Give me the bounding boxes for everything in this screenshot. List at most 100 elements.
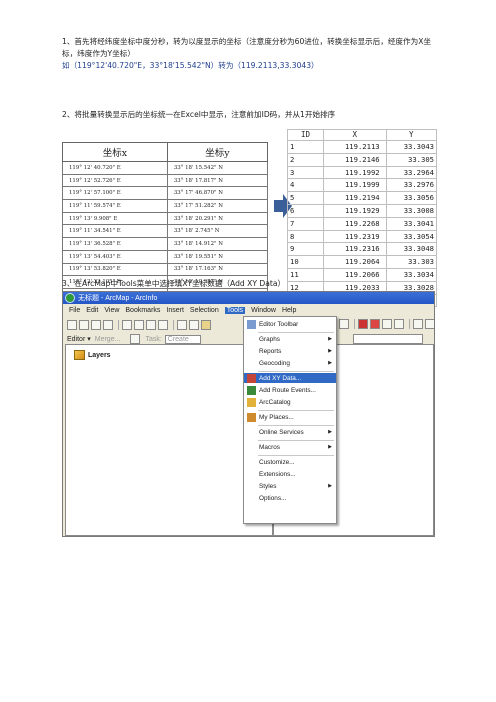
decimal-cell-x: 119.1999 (323, 178, 387, 193)
my-places-icon (247, 412, 256, 422)
task-dropdown[interactable]: Create (164, 334, 201, 344)
zoom-out-icon[interactable] (425, 319, 434, 329)
tools-menu-item-extensions[interactable]: Extensions... (244, 469, 336, 479)
arccatalog-icon (247, 397, 256, 407)
menu-file[interactable]: File (69, 307, 80, 314)
decimal-cell-y: 33.3043 (385, 140, 438, 154)
decimal-cell-x: 119.2113 (323, 140, 387, 154)
decimal-cell-id: 8 (287, 229, 324, 244)
tools-menu-item-label: Graphs (259, 335, 280, 343)
layers-label: Layers (88, 351, 111, 359)
add-data-icon[interactable] (201, 320, 211, 330)
dms-header-x: 坐标x (62, 142, 168, 162)
decimal-cell-y: 33.3056 (385, 191, 438, 205)
menu-tools[interactable]: Tools (224, 306, 246, 314)
menu-item-spacer (247, 347, 256, 356)
decimal-cell-x: 119.2064 (323, 255, 387, 269)
tools-menu-item-styles[interactable]: Styles ▶ (244, 481, 336, 491)
decimal-table-row: 2 119.2146 33.305 (287, 152, 438, 167)
decimal-cell-id: 1 (287, 140, 324, 154)
tools-menu-item-options[interactable]: Options... (244, 493, 336, 503)
tools-menu-item-label: Customize... (259, 458, 295, 466)
decimal-header-id: ID (287, 129, 324, 141)
menu-window[interactable]: Window (251, 307, 276, 314)
cut-icon[interactable] (122, 320, 132, 330)
save-icon[interactable] (91, 320, 101, 330)
decimal-header-x: X (323, 129, 387, 141)
redo-icon[interactable] (189, 320, 199, 330)
menu-edit[interactable]: Edit (86, 307, 98, 314)
decimal-cell-x: 119.2316 (323, 242, 387, 257)
decimal-table-row: 5 119.2194 33.3056 (287, 191, 438, 205)
open-icon[interactable] (79, 320, 89, 330)
dms-cell-y: 33° 18' 20.291" N (166, 211, 269, 226)
decimal-cell-id: 2 (287, 152, 324, 167)
menu-help[interactable]: Help (282, 307, 296, 314)
command-line-icon[interactable] (382, 319, 392, 329)
dms-cell-y: 33° 17' 46.870" N (166, 186, 269, 201)
print-icon[interactable] (103, 320, 113, 330)
tools-menu-item-label: Styles (259, 482, 277, 490)
tools-menu-item-arccatalog[interactable]: ArcCatalog (244, 397, 336, 407)
menu-selection[interactable]: Selection (190, 307, 219, 314)
add-route-events-icon (247, 385, 256, 395)
copy-icon[interactable] (134, 320, 144, 330)
tools-menu-item-graphs[interactable]: Graphs ▶ (244, 334, 336, 344)
decimal-table-row: 4 119.1999 33.2976 (287, 178, 438, 193)
task-label: Task: (145, 335, 162, 343)
dms-table-row: 119° 13' 9.908" E 33° 18' 20.291" N (62, 211, 269, 226)
tools-menu-item-customize[interactable]: Customize... (244, 457, 336, 467)
decimal-table-row: 7 119.2268 33.3041 (287, 216, 438, 231)
decimal-cell-y: 33.3048 (385, 242, 438, 257)
dms-cell-y: 33° 18' 17.817" N (166, 173, 269, 188)
delete-icon[interactable] (158, 320, 168, 330)
arctoolbox-icon[interactable] (358, 319, 368, 329)
tools-menu-item-macros[interactable]: Macros ▶ (244, 442, 336, 452)
dms-cell-y: 33° 17' 51.282" N (166, 199, 269, 213)
menu-item-spacer (247, 482, 256, 491)
decimal-cell-id: 10 (287, 255, 324, 269)
dms-cell-x: 119° 12' 57.100" E (62, 186, 168, 201)
undo-icon[interactable] (177, 320, 187, 330)
menu-item-spacer (247, 443, 256, 452)
menu-bookmarks[interactable]: Bookmarks (125, 307, 160, 314)
tools-menu-item-editor-toolbar[interactable]: Editor Toolbar (244, 319, 336, 329)
editor-menu[interactable]: Editor ▾ (67, 335, 91, 343)
model-icon[interactable] (370, 319, 380, 329)
tools-menu-item-my-places[interactable]: My Places... (244, 412, 336, 422)
menu-view[interactable]: View (104, 307, 119, 314)
decimal-table-row: 10 119.2064 33.303 (287, 255, 438, 269)
tools-menu-item-reports[interactable]: Reports ▶ (244, 346, 336, 356)
decimal-cell-id: 4 (287, 178, 324, 193)
tools-menu-item-add-xy-data[interactable]: Add XY Data... (244, 373, 336, 383)
zoom-in-icon[interactable] (413, 319, 423, 329)
tools-menu-item-online-services[interactable]: Online Services ▶ (244, 427, 336, 437)
menu-separator (258, 371, 334, 372)
table-of-contents: Layers (65, 344, 273, 536)
tools-menu-item-geocoding[interactable]: Geocoding ▶ (244, 358, 336, 368)
tools-menu-item-add-route-events[interactable]: Add Route Events... (244, 385, 336, 395)
tools-menu-item-label: Reports (259, 347, 282, 355)
target-dropdown[interactable] (353, 334, 423, 344)
step2-text: 2、将批量转换显示后的坐标统一在Excel中显示，注意前加ID码，并从1开始排序 (62, 110, 336, 119)
paste-icon[interactable] (146, 320, 156, 330)
menu-item-spacer (247, 470, 256, 479)
sketch-tool-icon[interactable] (130, 334, 141, 344)
window-title: 无标题 - ArcMap - ArcInfo (78, 295, 158, 302)
editor-icon[interactable] (339, 319, 349, 329)
add-xy-data-icon (247, 373, 256, 383)
window-titlebar: 无标题 - ArcMap - ArcInfo (63, 292, 434, 304)
decimal-table-row: 8 119.2319 33.3054 (287, 229, 438, 244)
submenu-arrow-icon: ▶ (328, 429, 332, 435)
merge-button[interactable]: Merge... (95, 336, 121, 343)
decimal-table-row: 6 119.1929 33.3008 (287, 203, 438, 218)
submenu-arrow-icon: ▶ (328, 348, 332, 354)
layers-root[interactable]: Layers (74, 350, 111, 360)
tools-menu-item-label: Add XY Data... (259, 374, 302, 382)
help-icon[interactable] (394, 319, 404, 329)
menu-insert[interactable]: Insert (166, 307, 184, 314)
decimal-cell-y: 33.3054 (385, 229, 438, 244)
decimal-cell-y: 33.2976 (385, 178, 438, 193)
new-document-icon[interactable] (67, 320, 77, 330)
decimal-cell-id: 7 (287, 216, 324, 231)
